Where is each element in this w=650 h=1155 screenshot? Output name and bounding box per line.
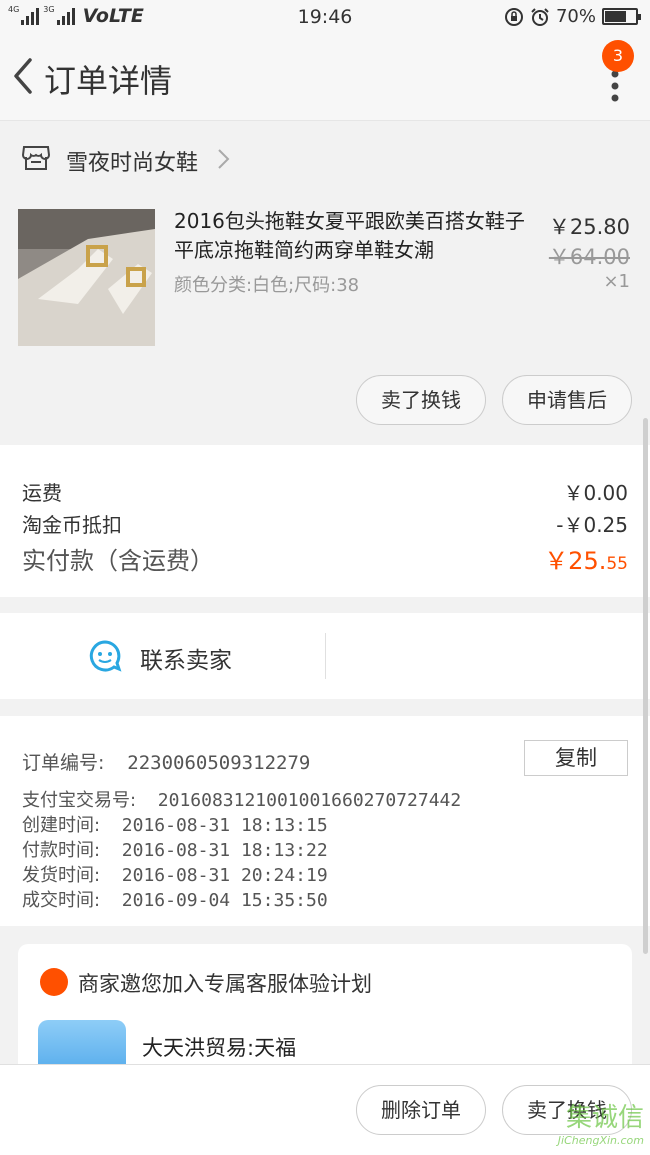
nav-bar: 订单详情 3: [0, 36, 650, 120]
shipping-value: ￥0.00: [563, 481, 628, 505]
bottom-bar: 删除订单 卖了换钱 集诚信 JiChengXin.com: [0, 1064, 650, 1155]
done-label: 成交时间:: [22, 890, 101, 911]
alipay-label: 支付宝交易号:: [22, 790, 137, 811]
divider: [325, 633, 326, 679]
service-plan-title: 商家邀您加入专属客服体验计划: [78, 972, 372, 996]
paid-row: 实付款（含运费） ￥25.55: [22, 541, 628, 576]
alipay-row: 支付宝交易号: 2016083121001001660270727442: [22, 786, 461, 812]
created-label: 创建时间:: [22, 815, 101, 836]
shop-name: 雪夜时尚女鞋: [66, 151, 199, 176]
copy-button[interactable]: 复制: [524, 740, 628, 776]
chat-bubble-icon: [89, 640, 122, 672]
coin-row: 淘金币抵扣 -￥0.25: [22, 509, 628, 538]
service-name: 大天洪贸易:天福: [142, 1036, 297, 1060]
product-image[interactable]: [18, 209, 155, 346]
order-number: 2230060509312279: [127, 752, 311, 774]
paid-label: 实付款（含运费）: [22, 547, 214, 575]
battery-icon: [602, 8, 641, 25]
sell-for-cash-button[interactable]: 卖了换钱: [356, 375, 486, 425]
contact-seller-button[interactable]: 联系卖家: [140, 641, 232, 675]
coin-label: 淘金币抵扣: [22, 513, 122, 537]
shipped-row: 发货时间: 2016-08-31 20:24:19: [22, 861, 328, 887]
battery-percent: 70%: [555, 6, 596, 27]
created-time: 2016-08-31 18:13:15: [121, 815, 328, 836]
paid-value-main: ￥25.: [544, 547, 607, 575]
watermark-text: 集诚信: [565, 1103, 644, 1133]
shop-icon: [22, 146, 50, 170]
page-title: 订单详情: [44, 62, 173, 100]
product-original-price: ￥64.00: [548, 245, 630, 269]
product-title[interactable]: 2016包头拖鞋女夏平跟欧美百搭女鞋子平底凉拖鞋简约两穿单鞋女潮: [174, 207, 534, 265]
watermark-sub: JiChengXin.com: [557, 1134, 644, 1147]
alarm-icon: [531, 7, 549, 26]
watermark: 集诚信 JiChengXin.com: [558, 1097, 644, 1147]
order-number-label: 订单编号:: [22, 752, 105, 774]
shipped-label: 发货时间:: [22, 865, 101, 886]
paid-value-cents: 55: [606, 554, 628, 574]
done-row: 成交时间: 2016-09-04 15:35:50: [22, 886, 328, 912]
back-arrow-icon[interactable]: [8, 54, 38, 98]
status-bar: 4G 3G VoLTE 19:46 70%: [0, 0, 650, 36]
product-sku: 颜色分类:白色;尺码:38: [174, 275, 360, 296]
chevron-right-icon: [218, 149, 230, 169]
rotation-lock-icon: [504, 7, 523, 26]
order-info-section: 订单编号: 2230060509312279 复制 支付宝交易号: 201608…: [0, 716, 650, 926]
shipping-label: 运费: [22, 481, 62, 505]
fees-section: 运费 ￥0.00 淘金币抵扣 -￥0.25 实付款（含运费） ￥25.55: [0, 445, 650, 597]
scrollbar[interactable]: [643, 418, 648, 954]
alipay-number: 2016083121001001660270727442: [157, 790, 462, 811]
shipping-row: 运费 ￥0.00: [22, 477, 628, 506]
taobao-logo-icon: [40, 968, 68, 996]
shipped-time: 2016-08-31 20:24:19: [121, 865, 328, 886]
contact-section: 联系卖家: [0, 613, 650, 699]
status-right: 70%: [504, 6, 641, 27]
shop-row[interactable]: 雪夜时尚女鞋: [0, 120, 650, 197]
created-row: 创建时间: 2016-08-31 18:13:15: [22, 811, 328, 837]
order-number-row: 订单编号: 2230060509312279: [22, 748, 310, 775]
notification-badge: 3: [602, 40, 634, 72]
delete-order-button[interactable]: 删除订单: [356, 1085, 486, 1135]
paid-time-row: 付款时间: 2016-08-31 18:13:22: [22, 836, 328, 862]
product-quantity: ×1: [603, 271, 630, 292]
product-section: 2016包头拖鞋女夏平跟欧美百搭女鞋子平底凉拖鞋简约两穿单鞋女潮 颜色分类:白色…: [0, 197, 650, 445]
after-sales-button[interactable]: 申请售后: [502, 375, 632, 425]
paid-time-label: 付款时间:: [22, 840, 101, 861]
product-price: ￥25.80: [548, 215, 630, 239]
paid-time: 2016-08-31 18:13:22: [121, 840, 328, 861]
service-plan-card[interactable]: 商家邀您加入专属客服体验计划 大天洪贸易:天福: [18, 944, 632, 1074]
coin-value: -￥0.25: [556, 513, 628, 537]
done-time: 2016-09-04 15:35:50: [121, 890, 328, 911]
paid-value: ￥25.55: [544, 541, 628, 576]
